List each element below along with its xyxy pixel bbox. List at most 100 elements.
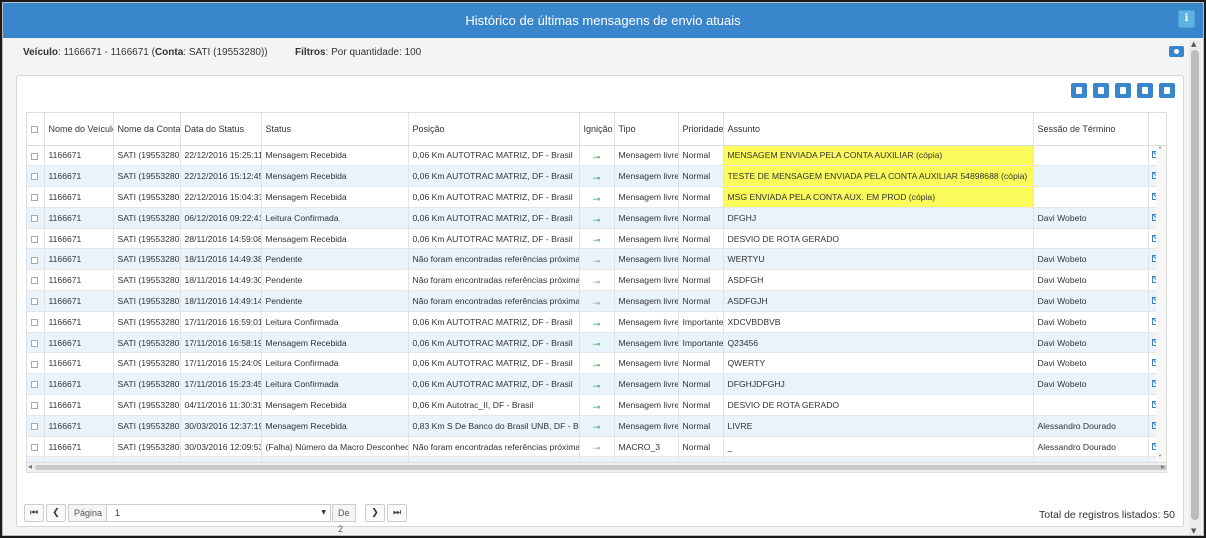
link-icon[interactable] [1071,83,1087,98]
window-scroll-thumb[interactable] [1191,50,1199,520]
row-checkbox[interactable] [27,394,45,416]
row-checkbox[interactable] [27,311,45,333]
table-row[interactable]: 1166671 SATI (19553280) 22/12/2016 15:12:4… [27,165,1166,188]
table-row[interactable]: 1166671 SATI (19553280) 18/11/2016 14:49:3… [27,248,1166,271]
table-row[interactable]: 1166671 SATI (19553280) 17/11/2016 15:24:0… [27,352,1166,375]
cell-priority: Importante [678,332,724,354]
cell-account: SATI (19553280) [113,248,181,271]
cell-status: Leitura Confirmada [261,352,409,375]
eye-icon[interactable] [1169,46,1184,57]
cell-status: Mensagem Recebida [261,415,409,437]
cell-priority: Normal [678,165,724,188]
ignition-on-icon: ⊸ [592,173,601,184]
pdf-icon[interactable] [1137,83,1153,98]
row-checkbox[interactable] [27,207,45,229]
cell-vehicle: 1166671 [44,248,114,271]
table-row[interactable]: 1166671 SATI (19553280) 18/11/2016 14:49:3… [27,269,1166,292]
grid-vertical-scrollbar[interactable]: ˄ ˅ [1156,146,1166,463]
table-row[interactable]: 1166671 SATI (19553280) 18/11/2016 14:49:1… [27,290,1166,312]
cell-type: Mensagem livre [614,145,679,167]
table-row[interactable]: 1166671 SATI (19553280) 30/03/2016 12:09:5… [27,436,1166,458]
table-row[interactable]: 1166671 SATI (19553280) 17/11/2016 16:59:0… [27,311,1166,333]
vehicle-filter: Veículo: 1166671 - 1166671 (Conta: SATI … [23,47,268,58]
prev-page-button[interactable]: ❮ [46,504,66,522]
cell-type: Mensagem livre [614,207,679,229]
table-row[interactable]: 1166671 SATI (19553280) 06/12/2016 09:22:4… [27,207,1166,229]
table-row[interactable]: 1166671 SATI (19553280) 28/11/2016 14:59:0… [27,228,1166,250]
scroll-right-icon[interactable]: ▸ [1161,462,1165,471]
google-icon[interactable] [1093,83,1109,98]
row-checkbox[interactable] [27,436,45,458]
row-checkbox[interactable] [27,332,45,354]
cell-priority: Normal [678,269,724,292]
cell-vehicle: 1166671 [44,332,114,354]
cell-position: 0,06 Km AUTOTRAC MATRIZ, DF - Brasil [408,145,580,167]
cell-session: Davi Wobeto [1033,269,1149,292]
row-checkbox[interactable] [27,290,45,312]
table-row[interactable]: 1166671 SATI (19553280) 17/11/2016 16:58:1… [27,332,1166,354]
col-position[interactable]: Posição [408,113,580,146]
first-page-button[interactable]: ⏮ [24,504,44,522]
cell-subject: MENSAGEM ENVIADA PELA CONTA AUXILIAR (có… [723,145,1034,167]
table-row[interactable]: 1166671 SATI (19553280) 22/12/2016 15:04:3… [27,186,1166,208]
grid-horizontal-scrollbar[interactable]: ◂ ▸ [27,462,1166,472]
col-status[interactable]: Status [261,113,409,146]
excel-icon[interactable] [1159,83,1175,98]
window-scroll-up-icon[interactable]: ▲ [1191,40,1196,48]
col-vehicle[interactable]: Nome do Veículo [44,113,114,146]
cell-priority: Normal [678,248,724,271]
col-account[interactable]: Nome da Conta [113,113,181,146]
cell-priority: Normal [678,145,724,167]
col-date[interactable]: Data do Status [180,113,262,146]
table-row[interactable]: 1166671 SATI (19553280) 04/11/2016 11:30:3… [27,394,1166,416]
last-page-button[interactable]: ⏭ [387,504,407,522]
cell-ignition: ⊸ [579,311,615,333]
cell-subject: TESTE DE MENSAGEM ENVIADA PELA CONTA AUX… [723,165,1034,188]
page-select[interactable]: 1 ▼ [106,504,331,522]
row-checkbox[interactable] [27,228,45,250]
col-subject[interactable]: Assunto [723,113,1034,146]
cell-vehicle: 1166671 [44,207,114,229]
info-icon[interactable]: i [1178,10,1195,28]
cell-priority: Normal [678,436,724,458]
col-type[interactable]: Tipo [614,113,679,146]
ignition-on-icon: ⊸ [592,153,601,164]
col-priority[interactable]: Prioridade [678,113,724,146]
cell-ignition: ⊸ [579,373,615,396]
window-scroll-down-icon[interactable]: ▼ [1191,527,1196,535]
row-checkbox[interactable] [27,352,45,375]
table-row[interactable]: 1166671 SATI (19553280) 30/03/2016 12:37:1… [27,415,1166,437]
row-checkbox[interactable] [27,269,45,292]
messages-table: Nome do Veículo Nome da Conta Data do St… [27,113,1166,472]
select-all-checkbox[interactable] [27,113,45,146]
window-vertical-scrollbar[interactable]: ▲ ▼ [1189,40,1201,535]
cell-position: 0,06 Km AUTOTRAC MATRIZ, DF - Brasil [408,373,580,396]
row-checkbox[interactable] [27,145,45,167]
vehicle-value: : 1166671 - 1166671 ( [58,47,155,58]
table-row[interactable]: 1166671 SATI (19553280) 22/12/2016 15:25:1… [27,145,1166,167]
cell-account: SATI (19553280) [113,269,181,292]
row-checkbox[interactable] [27,373,45,396]
ignition-on-icon: ⊸ [592,194,601,205]
row-checkbox[interactable] [27,248,45,271]
cell-type: Mensagem livre [614,248,679,271]
scroll-left-icon[interactable]: ◂ [28,462,32,471]
cell-ignition: ⊸ [579,394,615,416]
scroll-up-icon[interactable]: ˄ [1158,146,1162,155]
cell-status: Pendente [261,290,409,312]
cell-session: Davi Wobeto [1033,248,1149,271]
row-checkbox[interactable] [27,415,45,437]
table-row[interactable]: 1166671 SATI (19553280) 17/11/2016 15:23:4… [27,373,1166,396]
cell-subject: MSG ENVIADA PELA CONTA AUX. EM PROD (cóp… [723,186,1034,208]
globe-icon[interactable] [1115,83,1131,98]
horizontal-scroll-thumb[interactable] [35,465,1166,470]
next-page-button[interactable]: ❯ [365,504,385,522]
row-checkbox[interactable] [27,186,45,208]
dropdown-icon: ▼ [321,509,326,516]
col-session[interactable]: Sessão de Término [1033,113,1149,146]
row-checkbox[interactable] [27,165,45,188]
ignition-off-icon: ⊸ [592,444,601,455]
col-ignition[interactable]: Ignição [579,113,615,146]
account-label: Conta [154,47,184,58]
filters-label: Filtros [295,47,326,58]
